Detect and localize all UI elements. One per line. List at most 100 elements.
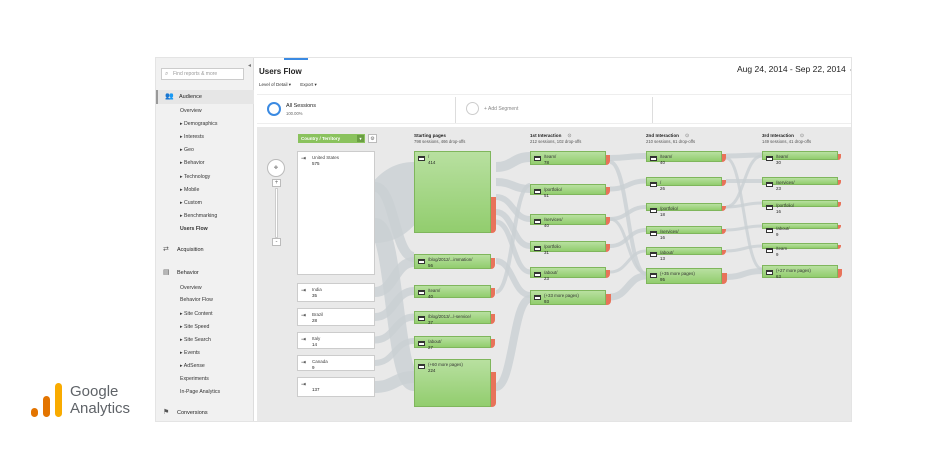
collapse-sidebar-icon[interactable]: ◂	[248, 62, 251, 69]
sidebar-section-acquisition[interactable]: ⇄ Acquisition	[156, 243, 254, 257]
flow-link[interactable]	[725, 244, 763, 253]
export-menu[interactable]: Export ▾	[300, 82, 317, 87]
flow-link[interactable]	[609, 178, 647, 192]
google-analytics-logo: Google Analytics	[31, 382, 141, 418]
flow-canvas[interactable]: ✥ + - Country / Territory ▾ ⚙ Starting p…	[257, 127, 851, 421]
flow-node[interactable]: /team 9	[762, 243, 838, 257]
sidebar-item-technology[interactable]: ▸ Technology	[180, 174, 210, 180]
logo-bar-large	[55, 383, 62, 417]
pan-home-button[interactable]: ✥	[267, 159, 285, 177]
country-node[interactable]: ⇥ India 35	[297, 283, 375, 302]
page-name: /team	[776, 246, 787, 251]
sidebar-item-site-content[interactable]: ▸ Site Content	[180, 311, 213, 317]
country-node[interactable]: ⇥ Canada 9	[297, 355, 375, 371]
column-title-text: 2nd Interaction	[646, 133, 679, 138]
page-name: /portfolio/	[544, 187, 563, 192]
flow-node[interactable]: /services/ 40	[530, 214, 606, 228]
flow-link[interactable]	[725, 156, 763, 271]
sidebar-item-in-page-analytics[interactable]: In-Page Analytics	[180, 389, 220, 395]
country-node[interactable]: ⇥ 137	[297, 377, 375, 397]
segment-all-sessions[interactable]: All Sessions 100.00%	[261, 97, 456, 123]
page-icon	[650, 252, 657, 257]
date-range-picker[interactable]: Aug 24, 2014 - Sep 22, 2014 ▾	[737, 64, 851, 74]
page-name: /about/	[776, 226, 790, 231]
page-icon	[650, 182, 657, 187]
page-name: /	[660, 180, 662, 185]
sidebar-item-adsense[interactable]: ▸ AdSense	[180, 363, 205, 369]
page-count: 31	[544, 250, 549, 255]
flow-node[interactable]: /about/ 27	[414, 336, 491, 350]
flow-node[interactable]: (+60 more pages) 224	[414, 359, 491, 407]
flow-node[interactable]: /portfolio/ 18	[646, 203, 722, 217]
flow-node[interactable]: (+33 more pages) 93	[530, 290, 606, 305]
page-name: (+60 more pages)	[428, 362, 463, 367]
flow-node[interactable]: /services/ 16	[646, 226, 722, 240]
flow-node[interactable]: /team/ 30	[762, 151, 838, 165]
flow-link[interactable]	[495, 152, 531, 172]
sidebar-item-custom[interactable]: ▸ Custom	[180, 200, 202, 206]
flow-node[interactable]: /blog/2012/...immation/ 56	[414, 254, 491, 269]
flow-node[interactable]: /portfolio/ 16	[762, 200, 838, 214]
sidebar-item-overview[interactable]: Overview	[180, 108, 202, 114]
level-of-detail-menu[interactable]: Level of Detail ▾	[259, 82, 291, 87]
add-segment-button[interactable]: + Add Segment	[460, 97, 653, 123]
flow-node[interactable]: /services/ 23	[762, 177, 838, 191]
zoom-in-button[interactable]: +	[272, 179, 281, 187]
flow-link[interactable]	[725, 224, 763, 232]
flow-link[interactable]	[725, 268, 763, 280]
flow-link[interactable]	[609, 153, 647, 161]
flow-node[interactable]: (+27 more pages) 63	[762, 265, 838, 279]
flow-link[interactable]	[494, 295, 532, 391]
zoom-slider[interactable]	[275, 188, 278, 238]
sidebar-item-behavior-overview[interactable]: Overview	[180, 285, 202, 291]
flow-node[interactable]: /team/ 40	[646, 151, 722, 165]
search-input[interactable]: ⌕ Find reports & more	[161, 68, 244, 80]
sidebar-section-audience[interactable]: 👥 Audience	[156, 90, 254, 104]
sidebar-item-site-speed[interactable]: ▸ Site Speed	[180, 324, 209, 330]
country-node[interactable]: ⇥ United States 575	[297, 151, 375, 275]
country-node[interactable]: ⇥ Italy 14	[297, 332, 375, 349]
dimension-settings-button[interactable]: ⚙	[368, 134, 377, 143]
flow-node[interactable]: (+35 more pages) 95	[646, 268, 722, 284]
sidebar-item-users-flow[interactable]: Users Flow	[180, 226, 208, 232]
segment-percent: 100.00%	[286, 111, 303, 116]
flow-node[interactable]: /about/ 13	[646, 247, 722, 261]
sidebar-item-behavior-flow[interactable]: Behavior Flow	[180, 297, 213, 303]
sidebar-item-site-search[interactable]: ▸ Site Search	[180, 337, 211, 343]
sidebar-item-experiments[interactable]: Experiments	[180, 376, 209, 382]
flow-link[interactable]	[609, 272, 647, 301]
page-count: 414	[428, 160, 436, 165]
sidebar-item-mobile[interactable]: ▸ Mobile	[180, 187, 199, 193]
page-icon	[418, 156, 425, 161]
sidebar-item-behavior[interactable]: ▸ Behavior	[180, 160, 205, 166]
flow-node[interactable]: /portfolio/ 51	[530, 184, 606, 198]
flow-node[interactable]: /about/ 9	[762, 223, 838, 237]
sidebar-section-behavior[interactable]: ▤ Behavior	[156, 266, 254, 280]
dimension-select[interactable]: Country / Territory ▾	[298, 134, 365, 143]
page-count: 37	[428, 320, 433, 325]
flow-node[interactable]: /team/ 40	[414, 285, 491, 299]
dropoff-bar[interactable]	[491, 197, 496, 233]
page-name: /blog/2012/...immation/	[428, 257, 473, 262]
flow-node[interactable]: / 414	[414, 151, 491, 233]
flow-node[interactable]: /blog/2013/...l-service/ 37	[414, 311, 491, 325]
page-count: 95	[660, 277, 665, 282]
flow-node[interactable]: /team/ 78	[530, 151, 606, 165]
flow-node[interactable]: /about/ 23	[530, 267, 606, 281]
acquisition-icon: ⇄	[163, 246, 169, 253]
flow-node[interactable]: / 26	[646, 177, 722, 191]
sidebar-item-demographics[interactable]: ▸ Demographics	[180, 121, 218, 127]
flow-node[interactable]: /portfolio 31	[530, 241, 606, 255]
flow-link[interactable]	[725, 152, 763, 159]
sidebar-item-events[interactable]: ▸ Events	[180, 350, 200, 356]
country-node[interactable]: ⇥ Brazil 28	[297, 308, 375, 326]
sidebar-item-benchmarking[interactable]: ▸ Benchmarking	[180, 213, 217, 219]
zoom-out-button[interactable]: -	[272, 238, 281, 246]
sidebar-item-geo[interactable]: ▸ Geo	[180, 147, 194, 153]
sidebar-section-conversions[interactable]: ⚑ Conversions	[156, 406, 254, 420]
country-count: 14	[312, 342, 318, 347]
page-name: /team/	[776, 154, 789, 159]
dropoff-bar[interactable]	[491, 372, 496, 407]
sidebar-item-interests[interactable]: ▸ Interests	[180, 134, 204, 140]
page-icon	[766, 205, 773, 210]
